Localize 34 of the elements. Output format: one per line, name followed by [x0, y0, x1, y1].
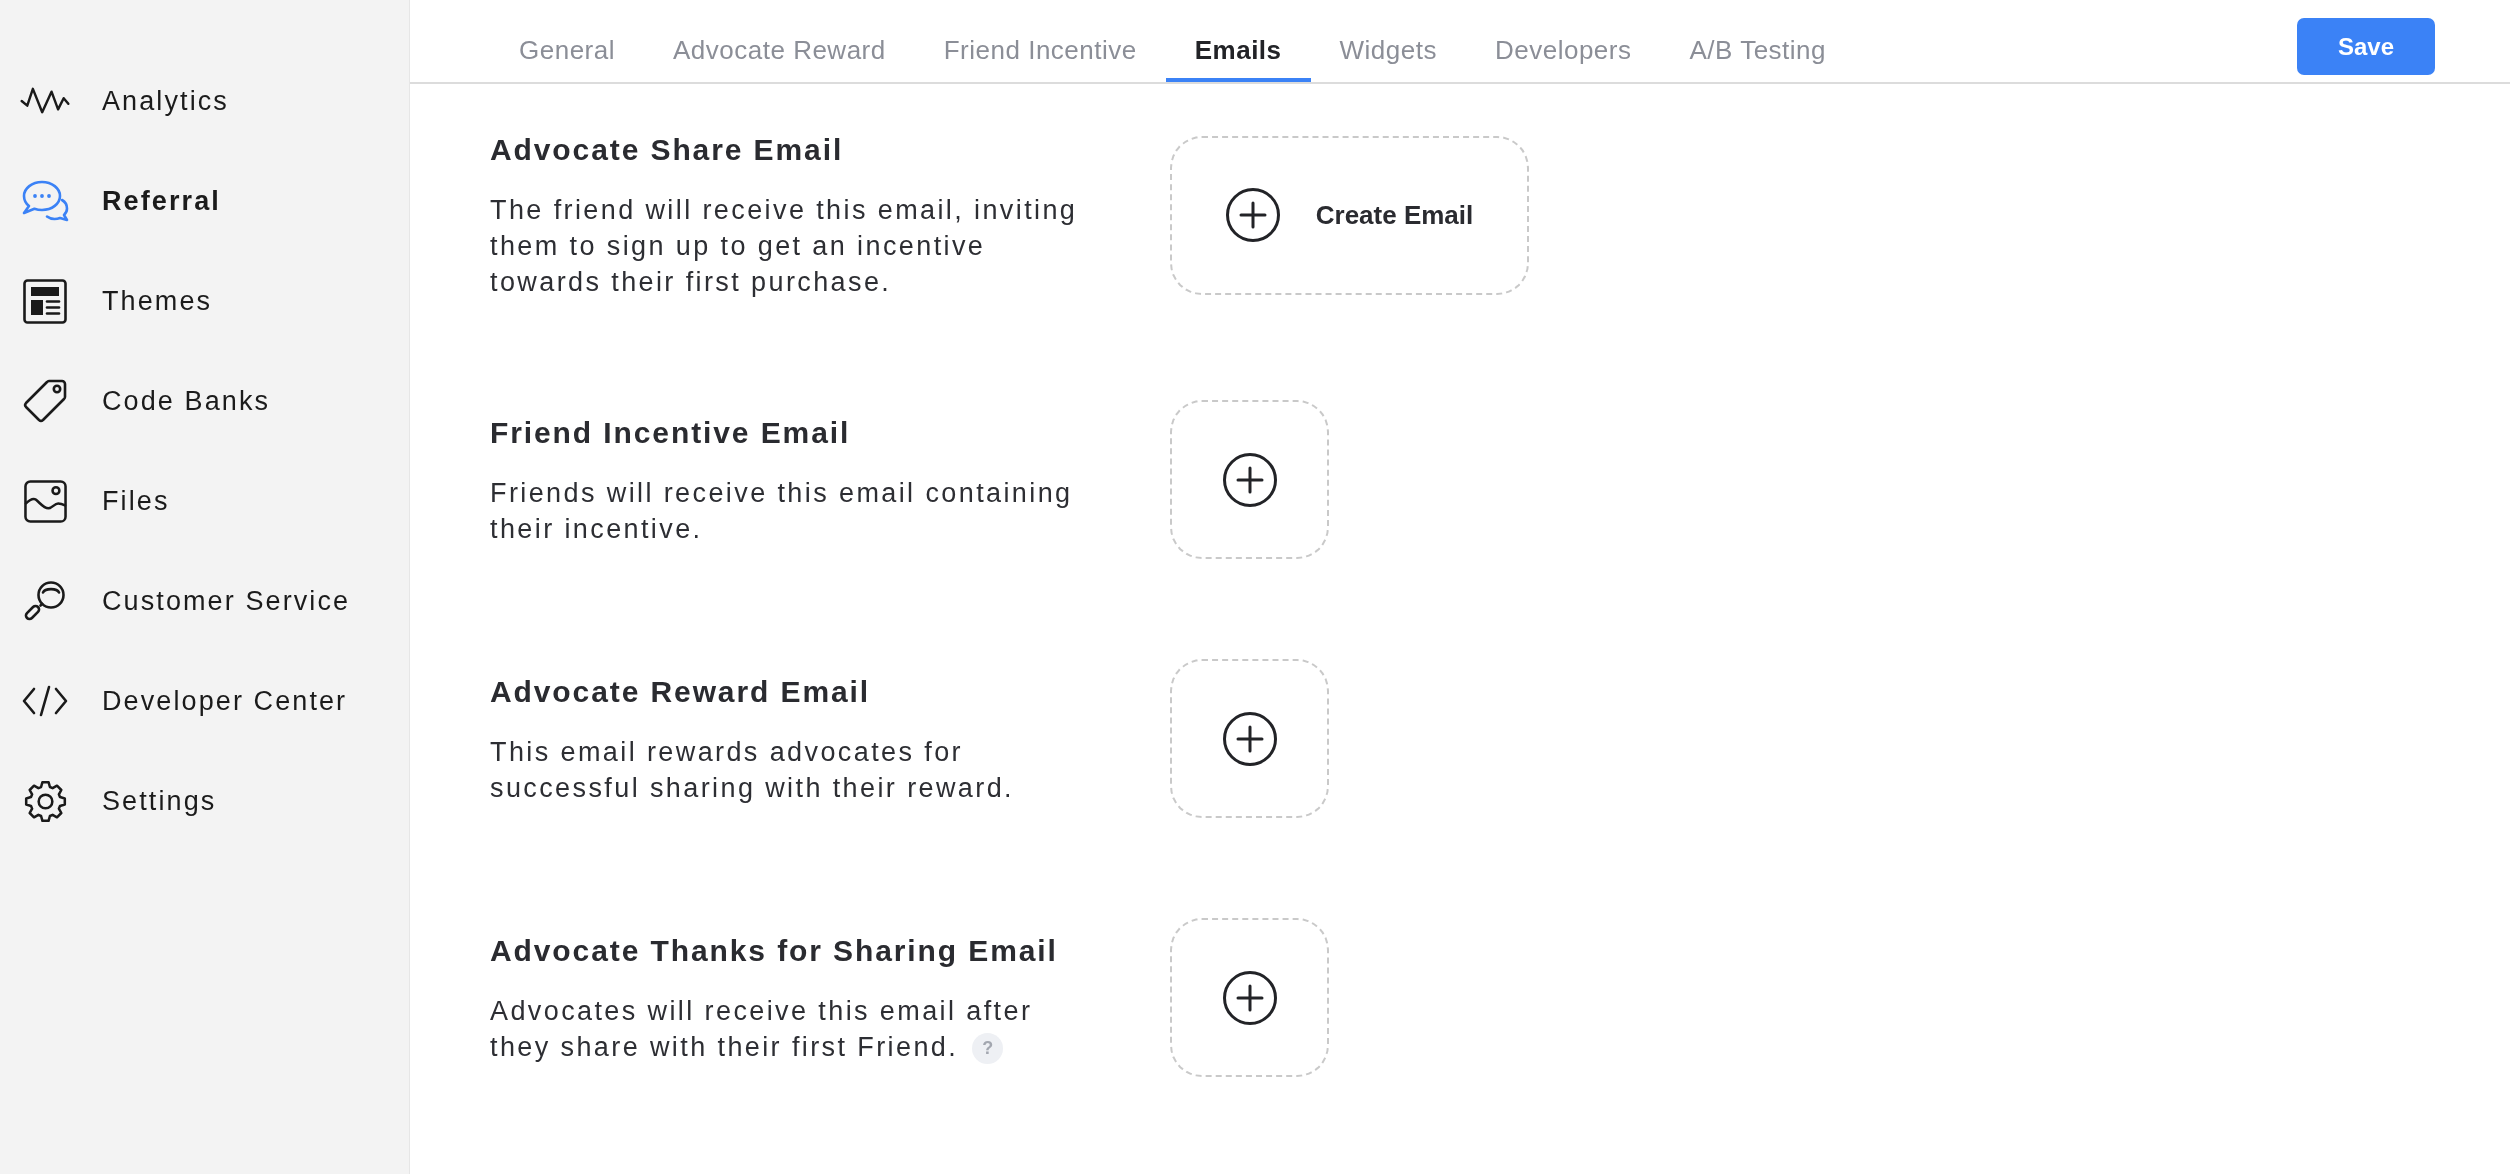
email-title: Advocate Thanks for Sharing Email — [490, 932, 1058, 969]
email-description: Friends will receive this email containing their incentive. — [490, 476, 1074, 546]
add-email-button[interactable] — [1170, 918, 1329, 1077]
email-title: Advocate Reward Email — [490, 673, 871, 710]
add-email-button[interactable] — [1170, 400, 1329, 559]
sidebar-item[interactable]: Code Banks — [19, 376, 271, 426]
email-description: This email rewards advocates for successful sharing with their reward. — [490, 735, 1015, 805]
image-icon — [23, 479, 67, 523]
email-description: The friend will receive this email, inviting them to sign up to get an incentive towards their first purchase. — [490, 194, 1079, 299]
code-icon — [22, 685, 68, 717]
email-title: Friend Incentive Email — [490, 414, 851, 451]
sidebar-item[interactable]: Themes — [19, 276, 213, 326]
sidebar-item[interactable]: Settings — [19, 776, 217, 826]
wave-icon — [19, 87, 71, 115]
layout-icon — [23, 278, 67, 324]
sidebar-item[interactable]: Files — [19, 476, 170, 526]
plus-circle-icon — [1222, 970, 1277, 1025]
plus-circle-icon — [1222, 452, 1277, 507]
plus-circle-icon — [1225, 188, 1280, 242]
sidebar-item[interactable]: Customer Service — [19, 576, 351, 626]
chat-bubbles-icon — [21, 179, 69, 223]
search-icon — [23, 579, 67, 623]
settings-icon — [23, 779, 67, 823]
tag-icon — [22, 378, 68, 424]
plus-circle-icon — [1222, 711, 1277, 766]
email-description: Advocates will receive this email after they share with their first Friend. ? — [490, 994, 1034, 1065]
sidebar-item[interactable]: Developer Center — [19, 676, 348, 726]
sidebar-item[interactable]: Analytics — [19, 76, 229, 126]
create-email-button[interactable]: Create Email — [1170, 135, 1529, 295]
add-email-button[interactable] — [1170, 659, 1329, 818]
sidebar-item[interactable]: Referral — [19, 176, 221, 226]
tab[interactable]: Emails — [1165, 0, 1311, 82]
email-title: Advocate Share Email — [490, 132, 844, 168]
save-button[interactable]: Save — [2297, 18, 2435, 75]
